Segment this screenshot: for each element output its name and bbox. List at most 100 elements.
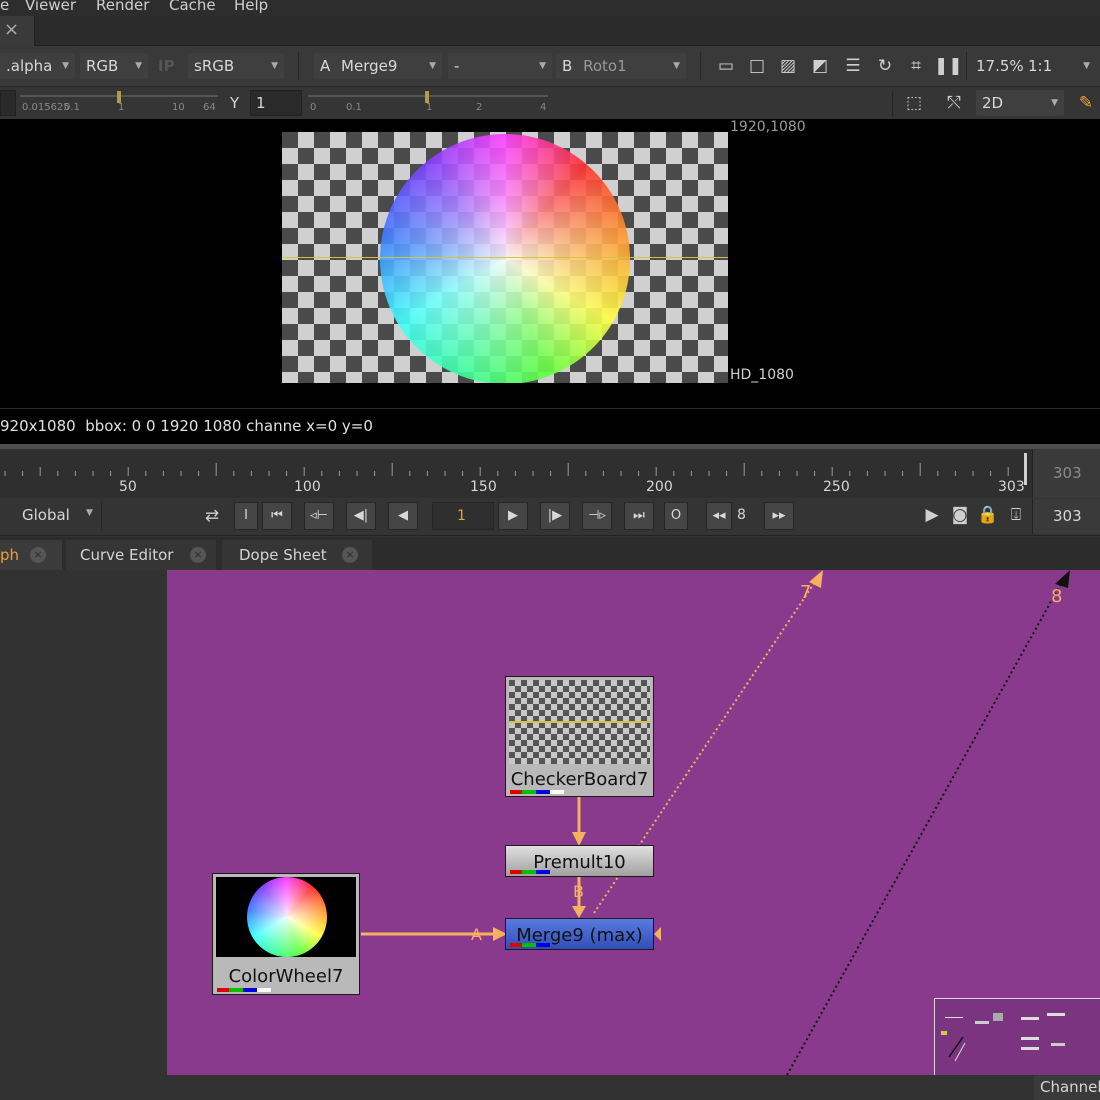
a-input-value: Merge9 — [341, 57, 398, 75]
next-keyframe-icon[interactable]: ⊣▹ — [582, 502, 612, 530]
gamma-field[interactable]: 1 — [250, 90, 302, 116]
channel-dropdown[interactable]: .alpha ▼ — [0, 53, 75, 79]
ip-button[interactable]: IP — [152, 53, 184, 79]
end-frame-top-field[interactable]: 303 — [1032, 449, 1100, 498]
top-right-coords: 1920,1080 — [730, 119, 806, 135]
rgb-dropdown[interactable]: RGB ▼ — [80, 53, 148, 79]
lut-value: sRGB — [194, 57, 235, 75]
gain-field[interactable] — [0, 90, 16, 116]
channel-swatch-green — [522, 790, 536, 794]
proxy-frame-icon[interactable]: ⍗ — [1002, 501, 1030, 529]
render-icon[interactable]: ◙ — [946, 501, 974, 529]
channel-swatch-blue — [536, 870, 550, 874]
compare-op-dropdown[interactable]: - ▼ — [448, 53, 552, 79]
ratio-value: 1:1 — [1028, 57, 1053, 75]
region-select-icon[interactable]: ⬚ — [900, 89, 928, 117]
b-input-dropdown[interactable]: B Roto1 ▼ — [556, 53, 686, 79]
end-frame-field[interactable]: 303 — [1032, 499, 1100, 534]
wipe-icon[interactable]: ▨ — [774, 52, 802, 80]
pipe-label: 8 — [1051, 586, 1063, 607]
view-mode-value: 2D — [982, 94, 1004, 112]
colorwheel-thumbnail — [216, 877, 356, 957]
tab-label: ph — [0, 546, 20, 564]
pause-icon[interactable]: ❚❚ — [934, 52, 963, 80]
current-frame-value: 1 — [457, 508, 466, 524]
divider — [892, 91, 893, 117]
prev-keyframe-icon[interactable]: ◃⊢ — [304, 502, 334, 530]
zoom-value[interactable]: 17.5% — [970, 53, 1024, 79]
safe-area-icon[interactable]: □ — [743, 52, 771, 80]
lock-icon[interactable]: 🔒 — [974, 501, 1002, 529]
wheel-center-glow — [380, 134, 630, 383]
close-icon[interactable]: × — [30, 547, 46, 563]
channel-swatch-red — [217, 988, 229, 992]
info-text: 920x1080 bbox: 0 0 1920 1080 channe x=0 … — [0, 417, 373, 435]
tab-dope-sheet[interactable]: Dope Sheet × — [222, 540, 372, 570]
tick-label: 0.015625 — [22, 102, 70, 113]
close-icon[interactable]: × — [342, 547, 358, 563]
channels-tab[interactable]: Channel — [1034, 1075, 1100, 1100]
menu-item-cache[interactable]: Cache — [169, 0, 216, 14]
node-premult[interactable]: Premult10 — [505, 845, 654, 877]
b-input-value: Roto1 — [583, 57, 627, 75]
step-back-icon[interactable]: ◀| — [346, 502, 376, 530]
close-icon[interactable]: × — [190, 547, 206, 563]
viewer-canvas[interactable]: 1920,1080 HD_1080 — [0, 119, 1100, 408]
skip-increment[interactable]: 8 — [737, 507, 746, 523]
proxy-icon[interactable]: ⌗ — [902, 52, 930, 80]
set-out-button[interactable]: O — [664, 502, 688, 530]
tab-label: Curve Editor — [80, 546, 174, 564]
skip-forward-icon[interactable]: ▸▸ — [764, 502, 794, 530]
roi-icon[interactable]: ▭ — [712, 52, 740, 80]
divider — [700, 52, 701, 80]
viewer-tab[interactable]: × — [0, 16, 35, 46]
ratio-dropdown[interactable]: 1:1 ▼ — [1022, 53, 1096, 79]
lut-dropdown[interactable]: sRGB ▼ — [188, 53, 284, 79]
tab-curve-editor[interactable]: Curve Editor × — [66, 540, 216, 570]
play-forward-icon[interactable]: ▶ — [498, 502, 528, 530]
node-graph-canvas[interactable]: 7 8 CheckerBoard7 Premult10 B Merge9 (ma… — [167, 570, 1100, 1075]
arrow-head — [572, 832, 586, 846]
tick-label: 0 — [310, 102, 317, 113]
viewer-info-bar: 920x1080 bbox: 0 0 1920 1080 channe x=0 … — [0, 408, 1100, 444]
gamma-slider[interactable]: 0 0.1 1 2 4 — [308, 87, 550, 119]
image-frame[interactable] — [282, 132, 728, 383]
menu-item-help[interactable]: Help — [234, 0, 268, 14]
play-backward-icon[interactable]: ◀ — [388, 502, 418, 530]
tick-label: 0.1 — [64, 102, 80, 113]
timeline-ruler[interactable]: 50 100 150 200 250 303 303 — [0, 444, 1100, 498]
node-checkerboard[interactable]: CheckerBoard7 — [505, 676, 654, 797]
close-icon[interactable]: × — [4, 19, 19, 40]
viewer-toolbar: .alpha ▼ RGB ▼ IP sRGB ▼ A Merge9 ▼ - ▼ B Rot… — [0, 46, 1100, 86]
pen-icon[interactable]: ✎ — [1072, 89, 1100, 117]
tick-label: 200 — [646, 479, 673, 495]
goto-end-icon[interactable]: ⏭ — [624, 502, 654, 530]
flipbook-icon[interactable]: ▶ — [918, 501, 946, 529]
menu-item-file[interactable]: e — [0, 0, 9, 14]
a-input-dropdown[interactable]: A Merge9 ▼ — [314, 53, 442, 79]
global-dropdown[interactable]: Global ▼ — [0, 502, 102, 530]
set-in-button[interactable]: I — [234, 502, 258, 530]
overlay-icon[interactable]: ◩ — [806, 52, 834, 80]
node-colorwheel[interactable]: ColorWheel7 — [212, 873, 360, 995]
clip-warning-icon[interactable]: ☰ — [839, 52, 867, 80]
node-merge[interactable]: Merge9 (max) — [505, 918, 654, 950]
tab-node-graph[interactable]: ph × — [0, 540, 62, 570]
navigator-minimap[interactable] — [934, 998, 1100, 1075]
current-frame-field[interactable]: 1 — [432, 502, 494, 530]
node-label: ColorWheel7 — [228, 966, 344, 987]
step-forward-icon[interactable]: |▶ — [540, 502, 570, 530]
thumbnail-glow — [247, 877, 327, 957]
goto-start-icon[interactable]: ⏮ — [262, 502, 292, 530]
menu-item-render[interactable]: Render — [96, 0, 149, 14]
channel-swatch-green — [229, 988, 243, 992]
playback-mode-icon[interactable]: ⇄ — [198, 502, 226, 530]
gain-slider[interactable]: 0.015625 0.1 1 10 64 — [20, 87, 220, 119]
refresh-icon[interactable]: ↻ — [871, 52, 899, 80]
color-wheel-image — [380, 134, 630, 383]
view-mode-dropdown[interactable]: 2D ▼ — [976, 90, 1064, 116]
node-path-icon[interactable]: ⤲ — [940, 89, 968, 117]
mask-input-arrow — [654, 927, 661, 941]
skip-back-icon[interactable]: ◂◂ — [706, 502, 732, 530]
menu-item-viewer[interactable]: Viewer — [25, 0, 76, 14]
